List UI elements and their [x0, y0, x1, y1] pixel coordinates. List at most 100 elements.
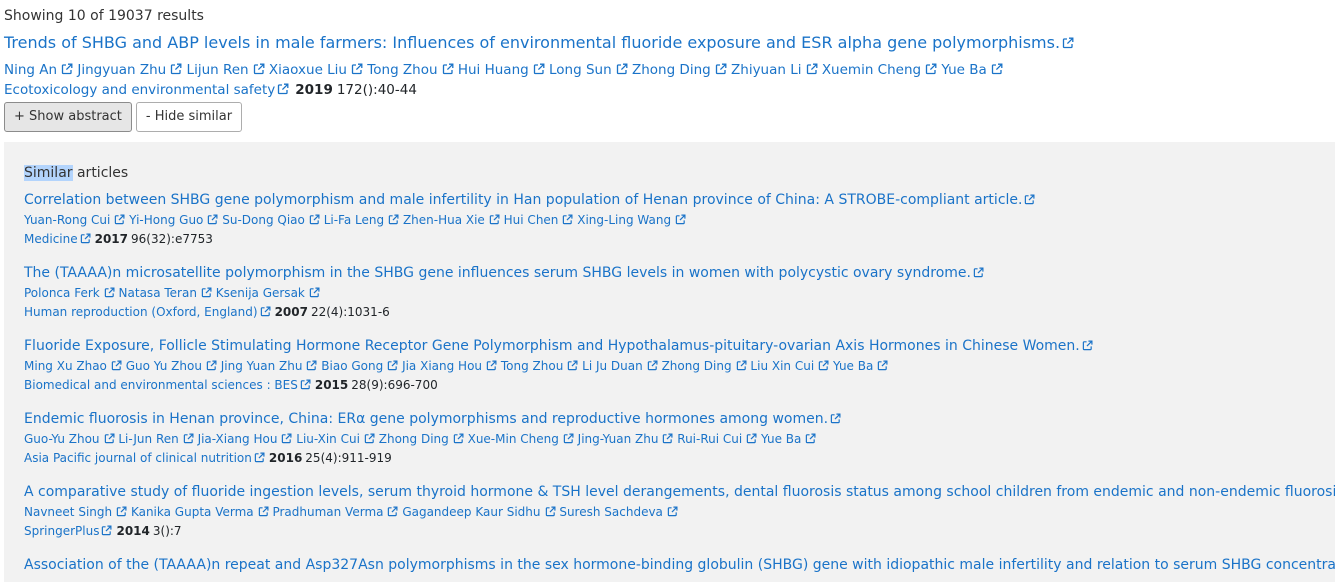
external-link-icon[interactable] [351, 63, 363, 75]
external-link-icon[interactable] [183, 433, 194, 444]
similar-article-journal[interactable]: Human reproduction (Oxford, England) [24, 305, 258, 319]
author-link[interactable]: Xuemin Cheng [822, 62, 921, 78]
author-link[interactable]: Jing-Yuan Zhu [578, 432, 659, 446]
author-link[interactable]: Natasa Teran [119, 286, 197, 300]
author-link[interactable]: Yi-Hong Guo [129, 213, 203, 227]
author-link[interactable]: Su-Dong Qiao [222, 213, 305, 227]
author-link[interactable]: Pradhuman Verma [272, 505, 383, 519]
external-link-icon[interactable] [533, 63, 545, 75]
article-title-text[interactable]: Trends of SHBG and ABP levels in male fa… [4, 33, 1060, 52]
author-link[interactable]: Gagandeep Kaur Sidhu [402, 505, 540, 519]
author-link[interactable]: Zhen-Hua Xie [403, 213, 485, 227]
external-link-icon[interactable] [258, 506, 269, 517]
author-link[interactable]: Tong Zhou [367, 62, 437, 78]
external-link-icon[interactable] [309, 287, 320, 298]
similar-article-title-text[interactable]: A comparative study of fluoride ingestio… [24, 484, 1335, 500]
author-link[interactable]: Zhong Ding [632, 62, 711, 78]
similar-article-title-text[interactable]: The (TAAAA)n microsatellite polymorphism… [24, 265, 971, 281]
article-title[interactable]: Trends of SHBG and ABP levels in male fa… [4, 32, 1337, 54]
external-link-icon[interactable] [277, 83, 289, 95]
author-link[interactable]: Xiaoxue Liu [269, 62, 347, 78]
external-link-icon[interactable] [306, 360, 317, 371]
similar-article-title-text[interactable]: Association of the (TAAAA)n repeat and A… [24, 557, 1335, 573]
similar-article-title[interactable]: Correlation between SHBG gene polymorphi… [24, 191, 1335, 210]
external-link-icon[interactable] [254, 452, 265, 463]
external-link-icon[interactable] [104, 287, 115, 298]
external-link-icon[interactable] [206, 360, 217, 371]
author-link[interactable]: Jingyuan Zhu [77, 62, 166, 78]
external-link-icon[interactable] [489, 214, 500, 225]
external-link-icon[interactable] [114, 214, 125, 225]
author-link[interactable]: Li-Jun Ren [118, 432, 178, 446]
external-link-icon[interactable] [260, 306, 271, 317]
author-link[interactable]: Zhong Ding [379, 432, 449, 446]
author-link[interactable]: Liu Xin Cui [750, 359, 814, 373]
show-abstract-button[interactable]: + Show abstract [4, 102, 132, 132]
similar-article-journal[interactable]: Medicine [24, 232, 78, 246]
author-link[interactable]: Tong Zhou [501, 359, 563, 373]
external-link-icon[interactable] [61, 63, 73, 75]
external-link-icon[interactable] [387, 506, 398, 517]
author-link[interactable]: Suresh Sachdeva [559, 505, 663, 519]
external-link-icon[interactable] [925, 63, 937, 75]
similar-article-title[interactable]: Endemic fluorosis in Henan province, Chi… [24, 410, 1335, 429]
external-link-icon[interactable] [715, 63, 727, 75]
external-link-icon[interactable] [387, 360, 398, 371]
similar-article-title[interactable]: Association of the (TAAAA)n repeat and A… [24, 556, 1335, 575]
author-link[interactable]: Hui Chen [504, 213, 559, 227]
author-link[interactable]: Zhong Ding [662, 359, 732, 373]
hide-similar-button[interactable]: - Hide similar [135, 102, 243, 132]
author-link[interactable]: Lijun Ren [187, 62, 249, 78]
similar-article-title[interactable]: Fluoride Exposure, Follicle Stimulating … [24, 337, 1335, 356]
similar-article-title[interactable]: A comparative study of fluoride ingestio… [24, 483, 1335, 502]
external-link-icon[interactable] [170, 63, 182, 75]
external-link-icon[interactable] [830, 413, 841, 424]
external-link-icon[interactable] [300, 379, 311, 390]
external-link-icon[interactable] [101, 525, 112, 536]
external-link-icon[interactable] [80, 233, 91, 244]
article-journal[interactable]: Ecotoxicology and environmental safety [4, 82, 275, 98]
external-link-icon[interactable] [207, 214, 218, 225]
author-link[interactable]: Ming Xu Zhao [24, 359, 107, 373]
author-link[interactable]: Yuan-Rong Cui [24, 213, 110, 227]
author-link[interactable]: Yue Ba [761, 432, 801, 446]
external-link-icon[interactable] [111, 360, 122, 371]
external-link-icon[interactable] [1062, 37, 1074, 49]
external-link-icon[interactable] [662, 433, 673, 444]
external-link-icon[interactable] [281, 433, 292, 444]
external-link-icon[interactable] [567, 360, 578, 371]
author-link[interactable]: Li-Fa Leng [324, 213, 384, 227]
author-link[interactable]: Biao Gong [321, 359, 383, 373]
author-link[interactable]: Rui-Rui Cui [677, 432, 742, 446]
external-link-icon[interactable] [746, 433, 757, 444]
external-link-icon[interactable] [309, 214, 320, 225]
external-link-icon[interactable] [388, 214, 399, 225]
author-link[interactable]: Guo Yu Zhou [126, 359, 202, 373]
author-link[interactable]: Navneet Singh [24, 505, 112, 519]
external-link-icon[interactable] [545, 506, 556, 517]
author-link[interactable]: Zhiyuan Li [731, 62, 802, 78]
external-link-icon[interactable] [201, 287, 212, 298]
external-link-icon[interactable] [805, 433, 816, 444]
external-link-icon[interactable] [116, 506, 127, 517]
external-link-icon[interactable] [253, 63, 265, 75]
author-link[interactable]: Jing Yuan Zhu [221, 359, 303, 373]
external-link-icon[interactable] [991, 63, 1003, 75]
author-link[interactable]: Jia Xiang Hou [402, 359, 482, 373]
external-link-icon[interactable] [806, 63, 818, 75]
external-link-icon[interactable] [453, 433, 464, 444]
external-link-icon[interactable] [877, 360, 888, 371]
external-link-icon[interactable] [1082, 340, 1093, 351]
similar-article-journal[interactable]: SpringerPlus [24, 524, 99, 538]
external-link-icon[interactable] [1024, 194, 1035, 205]
author-link[interactable]: Yue Ba [941, 62, 986, 78]
external-link-icon[interactable] [562, 214, 573, 225]
similar-article-journal[interactable]: Biomedical and environmental sciences : … [24, 378, 298, 392]
author-link[interactable]: Long Sun [549, 62, 612, 78]
author-link[interactable]: Liu-Xin Cui [296, 432, 360, 446]
external-link-icon[interactable] [486, 360, 497, 371]
external-link-icon[interactable] [736, 360, 747, 371]
author-link[interactable]: Kanika Gupta Verma [131, 505, 254, 519]
author-link[interactable]: Jia-Xiang Hou [198, 432, 278, 446]
author-link[interactable]: Yue Ba [833, 359, 873, 373]
